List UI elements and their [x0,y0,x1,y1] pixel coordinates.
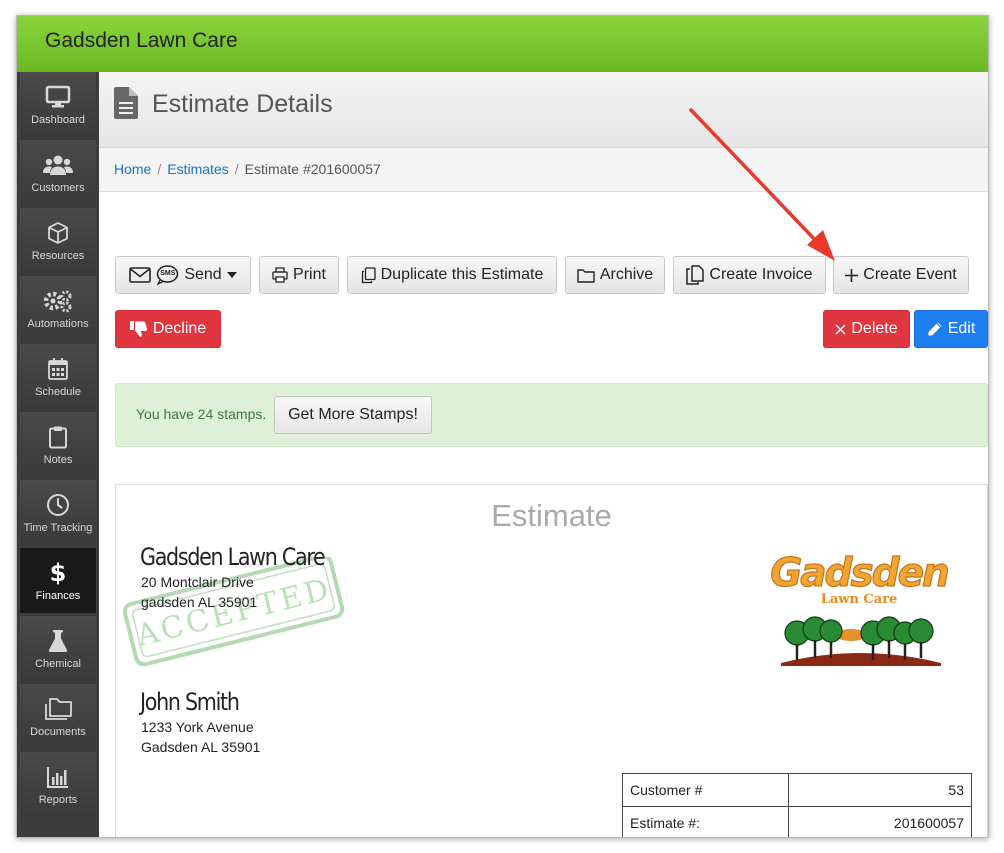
clock-icon [46,492,70,518]
breadcrumb-estimates[interactable]: Estimates [167,161,228,177]
duplicate-estimate-button[interactable]: Duplicate this Estimate [347,256,557,294]
archive-button[interactable]: Archive [565,256,665,294]
sidebar-item-notes[interactable]: Notes [20,412,96,477]
breadcrumb: Home / Estimates / Estimate #201600057 [99,148,988,192]
sidebar-item-label: Chemical [35,657,81,670]
create-event-button[interactable]: Create Event [833,256,969,294]
sidebar-item-label: Notes [43,453,73,466]
delete-button[interactable]: Delete [823,310,910,348]
info-label: Estimate #: [622,806,789,837]
close-icon [835,323,846,335]
sidebar-item-label: Reports [38,793,78,806]
duplicate-label: Duplicate this Estimate [380,266,544,283]
company-address-line-1: 20 Montclair Drive [141,574,254,590]
monitor-icon [45,84,71,110]
sidebar-item-label: Finances [35,589,81,602]
sidebar-item-label: Automations [27,317,89,330]
sms-badge-text: SMS [160,270,176,277]
breadcrumb-separator: / [234,161,239,177]
sidebar-item-finances[interactable]: $ Finances [20,548,96,613]
thumbs-down-icon [129,320,148,338]
customer-name: John Smith [140,688,240,716]
create-invoice-button[interactable]: Create Invoice [673,256,826,294]
sidebar-item-label: Resources [31,249,85,262]
main-content: Estimate Details Home / Estimates / Estimate… [99,72,988,837]
flask-icon [47,628,69,654]
envelope-icon [129,267,152,283]
get-more-stamps-button[interactable]: Get More Stamps! [274,396,432,434]
sidebar-item-schedule[interactable]: Schedule [20,344,96,409]
send-label: Send [184,266,222,283]
breadcrumb-separator: / [157,161,162,177]
create-event-label: Create Event [863,266,957,283]
sidebar-item-documents[interactable]: Documents [20,684,96,749]
sidebar-item-label: Schedule [35,385,81,398]
logo-title: Gadsden [770,551,948,596]
customer-address-line-1: 1233 York Avenue [141,719,254,735]
folders-icon [43,696,73,722]
files-icon [686,265,705,285]
sms-icon: SMS [156,265,179,285]
sidebar-item-label: Documents [30,725,86,738]
edit-label: Edit [947,320,976,337]
stamps-count-text: You have 24 stamps. [136,406,267,422]
info-value: 53 [788,773,972,807]
print-label: Print [293,266,326,283]
company-name: Gadsden Lawn Care [140,543,326,571]
folder-icon [577,268,595,283]
table-row: Customer # 53 [622,773,972,807]
estimate-document: Estimate ACCEPTED Gadsden Lawn Care 20 M… [115,484,988,837]
gears-icon [43,288,73,314]
breadcrumb-home[interactable]: Home [114,161,151,177]
decline-label: Decline [152,320,207,337]
logo-subtitle: Lawn Care [821,592,898,607]
decline-button[interactable]: Decline [115,310,221,348]
brand-name[interactable]: Gadsden Lawn Care [45,29,238,53]
print-button[interactable]: Print [259,256,339,294]
printer-icon [272,267,288,283]
archive-label: Archive [599,266,654,283]
caret-down-icon [226,272,237,278]
delete-label: Delete [851,320,898,337]
clipboard-icon [48,424,68,450]
estimate-info-table: Customer # 53 Estimate #: 201600057 [622,773,972,837]
sidebar-item-dashboard[interactable]: Dashboard [20,72,96,137]
users-icon [43,152,73,178]
top-bar: Gadsden Lawn Care [17,16,988,72]
sidebar-item-label: Dashboard [31,113,85,126]
create-invoice-label: Create Invoice [709,266,813,283]
sidebar-item-label: Customers [31,181,85,194]
estimate-heading: Estimate [491,498,612,533]
company-address-line-2: gadsden AL 35901 [141,594,258,610]
app-window: Gadsden Lawn Care Dashboard Customers Re… [16,15,989,838]
send-button[interactable]: SMS Send [115,256,251,294]
sidebar-item-customers[interactable]: Customers [20,140,96,205]
edit-button[interactable]: Edit [914,310,988,348]
sidebar-item-chemical[interactable]: Chemical [20,616,96,681]
breadcrumb-current: Estimate #201600057 [244,161,381,177]
pencil-icon [927,321,943,337]
copy-icon [361,266,376,284]
table-row: Estimate #: 201600057 [622,806,972,837]
sidebar: Dashboard Customers Resources Automation… [17,72,99,837]
calendar-icon [47,356,69,382]
stamps-alert: You have 24 stamps. Get More Stamps! [115,383,988,447]
sidebar-item-resources[interactable]: Resources [20,208,96,273]
sidebar-item-automations[interactable]: Automations [20,276,96,341]
page-title: Estimate Details [152,90,333,118]
sidebar-item-time-tracking[interactable]: Time Tracking [20,480,96,545]
info-label: Customer # [622,773,789,807]
customer-address-line-2: Gadsden AL 35901 [141,739,261,755]
document-icon [114,87,138,124]
page-header: Estimate Details [99,72,988,148]
cube-icon [46,220,70,246]
bar-chart-icon [46,764,70,790]
sidebar-item-label: Time Tracking [23,521,93,534]
dollar-icon: $ [49,558,67,587]
plus-icon [845,268,859,282]
company-logo: Gadsden Lawn Care [770,550,951,666]
info-value: 201600057 [788,806,972,837]
sidebar-item-reports[interactable]: Reports [20,752,96,817]
